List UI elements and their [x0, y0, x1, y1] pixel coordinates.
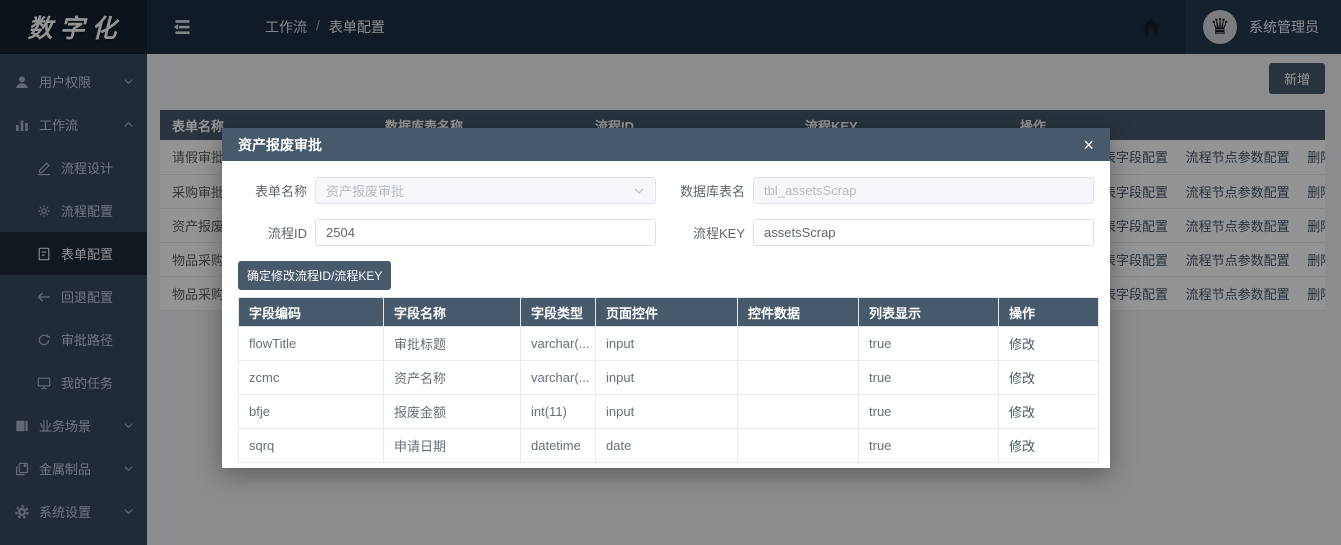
db-table-input[interactable] — [753, 177, 1094, 204]
field-widget: input — [596, 327, 738, 361]
dialog-body: 表单名称 资产报废审批 数据库表名 流程ID 流程KEY 确定修改流程ID/流程… — [222, 161, 1110, 463]
edit-link[interactable]: 修改 — [1009, 337, 1035, 352]
form-name-select[interactable]: 资产报废审批 — [315, 177, 656, 204]
column-header: 操作 — [999, 298, 1099, 327]
field-show: true — [859, 395, 999, 429]
edit-link[interactable]: 修改 — [1009, 405, 1035, 420]
form-name-label: 表单名称 — [238, 181, 307, 200]
form-name-select-value: 资产报废审批 — [326, 181, 633, 200]
column-header: 列表显示 — [859, 298, 999, 327]
field-data — [738, 327, 859, 361]
field-name: 审批标题 — [384, 327, 521, 361]
edit-link[interactable]: 修改 — [1009, 439, 1035, 454]
flow-id-input[interactable] — [315, 219, 656, 246]
form-row: 流程ID 流程KEY — [238, 219, 1094, 246]
field-widget: input — [596, 395, 738, 429]
table-row: flowTitle 审批标题 varchar(... input true 修改 — [239, 327, 1099, 361]
db-table-label: 数据库表名 — [656, 181, 745, 200]
table-row: sqrq 申请日期 datetime date true 修改 — [239, 429, 1099, 463]
dialog-header: 资产报废审批 × — [222, 128, 1110, 161]
field-name: 资产名称 — [384, 361, 521, 395]
flow-id-label: 流程ID — [238, 223, 307, 242]
fields-header-row: 字段编码 字段名称 字段类型 页面控件 控件数据 列表显示 操作 — [239, 298, 1099, 327]
column-header: 页面控件 — [596, 298, 738, 327]
field-type: varchar(... — [521, 327, 596, 361]
column-header: 字段名称 — [384, 298, 521, 327]
column-header: 字段编码 — [239, 298, 384, 327]
field-data — [738, 429, 859, 463]
field-data — [738, 395, 859, 429]
field-code: flowTitle — [239, 327, 384, 361]
field-type: varchar(... — [521, 361, 596, 395]
column-header: 字段类型 — [521, 298, 596, 327]
dialog-title: 资产报废审批 — [238, 135, 322, 155]
field-type: int(11) — [521, 395, 596, 429]
field-code: zcmc — [239, 361, 384, 395]
field-type: datetime — [521, 429, 596, 463]
flow-key-input[interactable] — [753, 219, 1094, 246]
field-show: true — [859, 429, 999, 463]
field-show: true — [859, 327, 999, 361]
form-row: 表单名称 资产报废审批 数据库表名 — [238, 177, 1094, 204]
form-config-dialog: 资产报废审批 × 表单名称 资产报废审批 数据库表名 流程ID 流程KEY 确定… — [222, 128, 1110, 468]
table-row: bfje 报废金额 int(11) input true 修改 — [239, 395, 1099, 429]
confirm-flow-update-button[interactable]: 确定修改流程ID/流程KEY — [238, 261, 391, 290]
field-name: 申请日期 — [384, 429, 521, 463]
field-code: bfje — [239, 395, 384, 429]
close-icon[interactable]: × — [1083, 136, 1094, 154]
field-widget: input — [596, 361, 738, 395]
edit-link[interactable]: 修改 — [1009, 371, 1035, 386]
field-name: 报废金额 — [384, 395, 521, 429]
chevron-down-icon — [633, 185, 645, 197]
fields-table: 字段编码 字段名称 字段类型 页面控件 控件数据 列表显示 操作 flowTit… — [238, 297, 1099, 463]
field-show: true — [859, 361, 999, 395]
field-data — [738, 361, 859, 395]
field-code: sqrq — [239, 429, 384, 463]
field-widget: date — [596, 429, 738, 463]
table-row: zcmc 资产名称 varchar(... input true 修改 — [239, 361, 1099, 395]
column-header: 控件数据 — [738, 298, 859, 327]
flow-key-label: 流程KEY — [656, 223, 745, 242]
